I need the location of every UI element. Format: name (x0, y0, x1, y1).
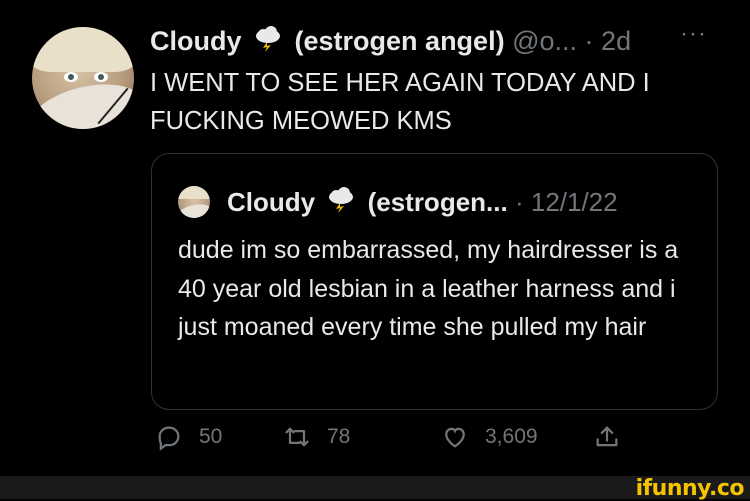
quoted-header: Cloudy (estrogen... · 12/1/22 (227, 185, 618, 221)
tweet-text: I WENT TO SEE HER AGAIN TODAY AND I FUCK… (150, 69, 650, 135)
quoted-author-name-suffix: (estrogen... (367, 187, 508, 217)
quoted-author-name: Cloudy (227, 187, 316, 217)
reply-count: 50 (199, 425, 223, 448)
separator: · (514, 187, 524, 217)
storm-cloud-icon (326, 187, 356, 221)
author-name[interactable]: Cloudy (150, 26, 242, 56)
quoted-date: 12/1/22 (530, 187, 618, 217)
action-bar: 50 78 3,609 (155, 423, 625, 463)
retweet-count: 78 (327, 425, 351, 448)
quoted-avatar (178, 186, 210, 218)
share-icon (596, 426, 618, 447)
watermark: ifunny.co (635, 476, 745, 501)
heart-icon (445, 427, 465, 448)
reply-button[interactable]: 50 (155, 423, 222, 451)
tweet-header: Cloudy (estrogen angel) @o... · 2d (150, 24, 631, 60)
retweet-icon (285, 427, 309, 447)
like-count: 3,609 (485, 425, 538, 448)
like-button[interactable]: 3,609 (441, 423, 538, 451)
reply-icon (158, 426, 180, 451)
quoted-tweet[interactable]: Cloudy (estrogen... · 12/1/22 dude im so… (151, 153, 718, 410)
author-handle[interactable]: @o... (512, 26, 577, 56)
share-button[interactable] (593, 423, 637, 451)
more-icon[interactable]: ··· (680, 20, 707, 48)
tweet-time[interactable]: 2d (601, 26, 631, 56)
author-name-suffix[interactable]: (estrogen angel) (295, 26, 505, 56)
retweet-button[interactable]: 78 (283, 423, 350, 451)
author-avatar[interactable] (32, 27, 134, 129)
quoted-text: dude im so embarrassed, my hairdresser i… (178, 236, 679, 341)
separator: · (584, 26, 594, 56)
storm-cloud-icon (253, 25, 283, 60)
